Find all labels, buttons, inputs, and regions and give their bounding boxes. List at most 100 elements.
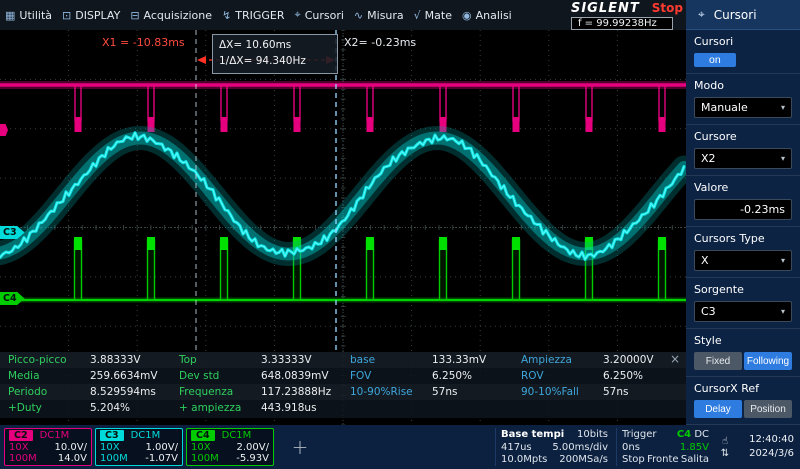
channel-offset: -5.93V bbox=[236, 453, 269, 464]
measurement-label: ROV bbox=[521, 370, 544, 382]
sorgente-select[interactable]: C3 ▾ bbox=[694, 301, 792, 322]
close-icon[interactable]: × bbox=[670, 352, 680, 366]
measurement-label: +Duty bbox=[8, 402, 42, 414]
brand-logo: SIGLENT bbox=[570, 0, 640, 16]
channel-scale-row: 10X 10.0V/ bbox=[9, 442, 87, 453]
position-button[interactable]: Position bbox=[744, 400, 792, 418]
style-segmented: Fixed Following bbox=[694, 352, 792, 370]
delta-x-value: ΔX= 10.60ms bbox=[219, 39, 292, 51]
measurement-label: + ampiezza bbox=[179, 402, 242, 414]
panel-title: Cursori bbox=[713, 7, 757, 22]
menu-item-label: Analisi bbox=[475, 8, 512, 22]
brand-area: SIGLENT Stop f = 99.99238Hz bbox=[570, 0, 686, 30]
mate-icon: √ bbox=[413, 8, 421, 22]
measurement-cell: Frequenza 117.23888Hz bbox=[171, 384, 342, 400]
cursorx-ref-segmented: Delay Position bbox=[694, 400, 792, 418]
sidebar-section-valore: Valore -0.23ms bbox=[686, 176, 800, 227]
menu-item-trigger[interactable]: ↯ TRIGGER bbox=[217, 0, 289, 30]
section-label: CursorX Ref bbox=[694, 382, 759, 395]
select-value: Manuale bbox=[701, 101, 748, 114]
menu-item-display[interactable]: ⊡ DISPLAY bbox=[57, 0, 125, 30]
trigger-holdoff: 0ns bbox=[622, 441, 640, 453]
acquisition-status: Stop bbox=[651, 0, 683, 15]
menu-item-mate[interactable]: √ Mate bbox=[409, 0, 457, 30]
trigger-level: 1.85V bbox=[679, 441, 709, 453]
menu-item-label: Cursori bbox=[304, 8, 344, 22]
cursori-icon: ⌖ bbox=[294, 8, 301, 21]
fixed-button[interactable]: Fixed bbox=[694, 352, 742, 370]
measurement-label: Dev std bbox=[179, 370, 220, 382]
cursors-panel: ⌖ Cursori Cursori on Modo Manuale ▾ Cursore X2… bbox=[686, 0, 800, 425]
timebase-label: Base tempi bbox=[501, 429, 565, 440]
cursors-icon: ⌖ bbox=[698, 7, 705, 21]
channel-offset-row: 100M -5.93V bbox=[191, 453, 269, 464]
cursor-x1-readout: X1 = -10.83ms bbox=[102, 36, 185, 49]
following-button[interactable]: Following bbox=[744, 352, 792, 370]
bandwidth-limit: 100M bbox=[100, 453, 128, 464]
measurement-cell: +Duty 5.204% bbox=[0, 400, 171, 416]
sidebar-section-sorgente: Sorgente C3 ▾ bbox=[686, 278, 800, 329]
measurement-label: 10-90%Rise bbox=[350, 386, 413, 398]
valore-field[interactable]: -0.23ms bbox=[694, 199, 792, 220]
menu-item-utilit[interactable]: ▦ Utilità bbox=[0, 0, 57, 30]
statusbar-icons: ☝ ⇅ bbox=[717, 436, 733, 459]
measurement-label: Top bbox=[179, 354, 197, 366]
date: 2024/3/6 bbox=[749, 448, 794, 459]
cursors-type-select[interactable]: X ▾ bbox=[694, 250, 792, 271]
channel-offset: -1.07V bbox=[145, 453, 178, 464]
channel-descriptor-c3[interactable]: C3 DC1M 10X 1.00V/100M -1.07V bbox=[95, 428, 183, 466]
misura-icon: ∿ bbox=[353, 8, 364, 22]
section-label: Cursori bbox=[694, 35, 734, 48]
probe-attenuation: 10X bbox=[191, 441, 211, 453]
channel-descriptor-c4[interactable]: C4 DC1M 10X 2.00V/100M -5.93V bbox=[186, 428, 274, 466]
menu-item-label: Acquisizione bbox=[143, 8, 213, 22]
trigger-label: Trigger bbox=[622, 429, 657, 440]
measurement-label: Periodo bbox=[8, 386, 48, 398]
oscilloscope-screen: ▦ Utilità ⊡ DISPLAY ⊟ Acquisizione ↯ TRIGGER ⌖ Cu… bbox=[0, 0, 800, 469]
coupling-label: DC1M bbox=[130, 430, 161, 441]
measurement-value: 443.918us bbox=[261, 402, 317, 414]
measurement-value: 3.33333V bbox=[261, 354, 312, 366]
delay-button[interactable]: Delay bbox=[694, 400, 742, 418]
waveform-display[interactable]: X1 = -10.83ms ΔX= 10.60ms 1/ΔX= 94.340Hz… bbox=[0, 30, 686, 425]
menu-item-acquisizione[interactable]: ⊟ Acquisizione bbox=[125, 0, 217, 30]
inverse-delta-x-value: 1/ΔX= 94.340Hz bbox=[219, 54, 306, 67]
analisi-icon: ◉ bbox=[461, 8, 472, 22]
bandwidth-limit: 100M bbox=[9, 453, 37, 464]
channel-name-chip: C4 bbox=[191, 430, 215, 441]
status-bar: C2 DC1M 10X 10.0V/100M 14.0V C3 DC1M 10X 1.00V/1… bbox=[0, 425, 800, 469]
section-label: Valore bbox=[694, 181, 729, 194]
modo-select[interactable]: Manuale ▾ bbox=[694, 97, 792, 118]
channel-scale-row: 10X 2.00V/ bbox=[191, 442, 269, 453]
top-menu-bar: ▦ Utilità ⊡ DISPLAY ⊟ Acquisizione ↯ TRIGGER ⌖ Cu… bbox=[0, 0, 686, 30]
cursore-select[interactable]: X2 ▾ bbox=[694, 148, 792, 169]
channel-scale-row: 10X 1.00V/ bbox=[100, 442, 178, 453]
section-label: Style bbox=[694, 334, 722, 347]
channel-header: C4 DC1M bbox=[191, 430, 269, 441]
panel-header[interactable]: ⌖ Cursori bbox=[686, 0, 800, 30]
measurement-cell: Media 259.6634mV bbox=[0, 368, 171, 384]
menu-item-misura[interactable]: ∿ Misura bbox=[349, 0, 409, 30]
time: 12:40:40 bbox=[749, 433, 794, 445]
channel-offset-row: 100M -1.07V bbox=[100, 453, 178, 464]
cursori-toggle[interactable]: on bbox=[694, 53, 736, 67]
measurement-value: 117.23888Hz bbox=[261, 386, 332, 398]
measurement-cell: Periodo 8.529594ms bbox=[0, 384, 171, 400]
measurement-cell: Top 3.33333V bbox=[171, 352, 342, 368]
probe-attenuation: 10X bbox=[100, 441, 120, 453]
trigger-descriptor[interactable]: Trigger C4 DC 0ns 1.85V Stop Fronte Sali… bbox=[616, 428, 714, 466]
measurement-value: 57ns bbox=[432, 386, 458, 398]
menu-item-cursori[interactable]: ⌖ Cursori bbox=[290, 0, 349, 30]
channel-header: C3 DC1M bbox=[100, 430, 178, 441]
measurement-value: 133.33mV bbox=[432, 354, 487, 366]
chevron-down-icon: ▾ bbox=[780, 103, 785, 112]
menu-item-label: Misura bbox=[367, 8, 404, 22]
channel-descriptor-c2[interactable]: C2 DC1M 10X 10.0V/100M 14.0V bbox=[4, 428, 92, 466]
chevron-down-icon: ▾ bbox=[780, 256, 785, 265]
timebase-descriptor[interactable]: Base tempi 10bits 417us 5.00ms/div 10.0M… bbox=[495, 428, 613, 466]
measurement-value: 5.204% bbox=[90, 402, 131, 414]
menu-item-label: Mate bbox=[424, 8, 452, 22]
menu-item-analisi[interactable]: ◉ Analisi bbox=[457, 0, 517, 30]
panel-sections: Cursori on Modo Manuale ▾ Cursore X2 ▾ Valore -0.… bbox=[686, 30, 800, 425]
bandwidth-limit: 100M bbox=[191, 453, 219, 464]
